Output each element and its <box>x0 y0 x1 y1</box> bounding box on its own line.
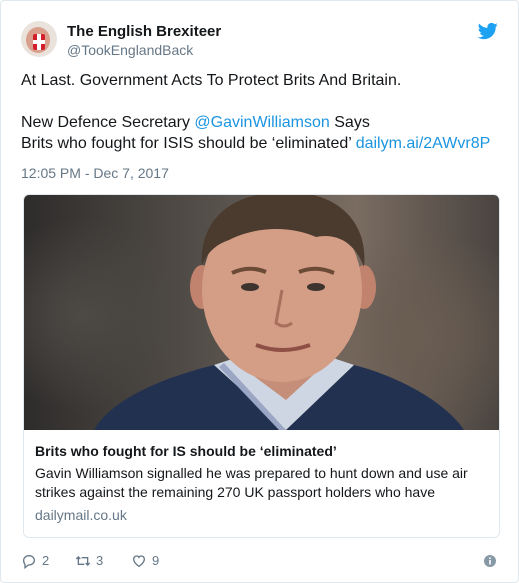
mention-link[interactable]: @GavinWilliamson <box>194 114 329 131</box>
heart-icon <box>132 555 146 568</box>
card-description: Gavin Williamson signalled he was prepar… <box>35 465 468 500</box>
retweet-button[interactable]: 3 <box>75 551 103 571</box>
tweet-timestamp[interactable]: 12:05 PM - Dec 7, 2017 <box>21 165 169 182</box>
portrait-image <box>94 195 464 430</box>
reply-count: 2 <box>42 553 50 568</box>
article-short-link[interactable]: dailym.ai/2AWvr8P <box>356 135 491 152</box>
info-icon[interactable] <box>484 555 496 567</box>
like-count: 9 <box>152 553 160 568</box>
like-button[interactable]: 9 <box>131 551 159 571</box>
reply-icon <box>22 554 36 569</box>
tweet-text: At Last. Government Acts To Protect Brit… <box>21 70 501 154</box>
card-title[interactable]: Brits who fought for IS should be ‘elimi… <box>35 442 337 460</box>
avatar[interactable] <box>21 21 57 57</box>
link-card[interactable]: Brits who fought for IS should be ‘elimi… <box>23 194 500 538</box>
england-flag-icon <box>33 34 45 50</box>
author-handle[interactable]: @TookEnglandBack <box>67 42 193 59</box>
retweet-icon <box>75 556 91 566</box>
tweet-embed: The English Brexiteer @TookEnglandBack A… <box>0 0 519 583</box>
retweet-count: 3 <box>96 553 104 568</box>
card-image[interactable] <box>24 195 499 430</box>
tweet-line-2-suffix: Says <box>329 114 370 131</box>
tweet-line-2-prefix: New Defence Secretary <box>21 114 195 131</box>
twitter-bird-icon[interactable] <box>478 21 498 41</box>
tweet-line-1: At Last. Government Acts To Protect Brit… <box>21 72 402 89</box>
reply-button[interactable]: 2 <box>21 551 49 571</box>
author-name[interactable]: The English Brexiteer <box>67 23 221 41</box>
card-text[interactable]: Brits who fought for IS should be ‘elimi… <box>24 431 499 537</box>
card-domain: dailymail.co.uk <box>35 507 127 523</box>
tweet-line-3-prefix: Brits who fought for ISIS should be ‘eli… <box>21 135 356 152</box>
